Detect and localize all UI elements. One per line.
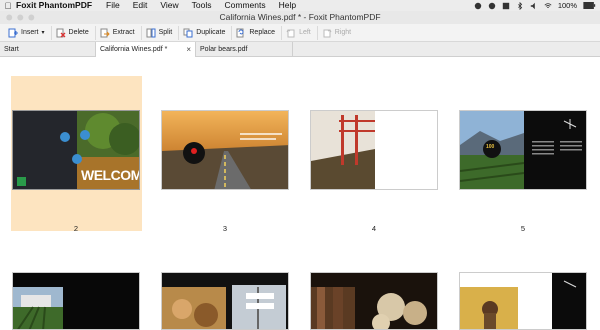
page-thumbnail-7[interactable] (161, 272, 289, 330)
page-6-image (13, 273, 139, 329)
menu-app[interactable]: Foxit PhantomPDF (16, 0, 92, 11)
duplicate-icon (183, 28, 193, 37)
page-thumbnail-2[interactable]: WELCOME (12, 110, 140, 190)
page-toolbar: Insert ▾ Delete Extract Split Duplicate … (0, 24, 600, 42)
traffic-lights-icon[interactable] (5, 13, 39, 22)
page-4-image (311, 111, 437, 189)
page-thumbnail-view: WELCOME 2 3 4 (0, 58, 600, 330)
page-thumbnail-6[interactable] (12, 272, 140, 330)
cloud-icon[interactable] (474, 2, 482, 10)
replace-icon (236, 28, 244, 37)
split-label: Split (158, 29, 173, 36)
apple-icon[interactable]:  (0, 1, 16, 11)
page-thumbnail-8[interactable] (310, 272, 438, 330)
page-number-5: 5 (520, 224, 526, 233)
document-tabs: Start California Wines.pdf * × Polar bea… (0, 42, 600, 57)
page-number-2: 2 (73, 224, 79, 233)
menu-file[interactable]: File (106, 0, 120, 11)
page-thumbnail-5[interactable]: 100 (459, 110, 587, 190)
page-9-image (460, 273, 586, 329)
welcome-text: WELCOME (81, 167, 139, 183)
page-8-image (311, 273, 437, 329)
duplicate-button[interactable]: Duplicate (181, 25, 233, 40)
insert-icon (8, 28, 18, 37)
menu-bar:  Foxit PhantomPDF File Edit View Tools … (0, 0, 600, 11)
menu-tools[interactable]: Tools (192, 0, 212, 11)
page-thumbnail-4[interactable] (310, 110, 438, 190)
tab-start[interactable]: Start (0, 42, 96, 57)
replace-label: Replace (249, 29, 276, 36)
menu-view[interactable]: View (160, 0, 178, 11)
page-3-image (162, 111, 288, 189)
badge-text: 100 (486, 144, 495, 150)
chevron-down-icon: ▾ (41, 30, 45, 36)
volume-icon[interactable] (530, 2, 538, 10)
wifi-icon[interactable] (544, 2, 552, 10)
battery-label: 100% (557, 1, 577, 10)
rotate-right-button[interactable]: Right (320, 26, 357, 40)
window-title: California Wines.pdf * - Foxit PhantomPD… (219, 12, 381, 22)
rotate-right-icon (323, 28, 332, 37)
window-titlebar: California Wines.pdf * - Foxit PhantomPD… (0, 11, 600, 24)
skype-icon[interactable] (488, 2, 496, 10)
replace-button[interactable]: Replace (234, 25, 283, 40)
rotate-left-label: Left (299, 29, 311, 36)
menu-edit[interactable]: Edit (133, 0, 148, 11)
tab-california-wines-label: California Wines.pdf * (100, 46, 168, 53)
page-number-4: 4 (371, 224, 377, 233)
tab-polar-bears[interactable]: Polar bears.pdf (196, 42, 293, 57)
page-5-image (460, 111, 586, 189)
extract-label: Extract (112, 29, 135, 36)
battery-icon[interactable] (583, 2, 596, 9)
rotate-left-icon (286, 28, 295, 37)
close-icon[interactable]: × (186, 42, 191, 57)
rotate-left-button[interactable]: Left (284, 25, 318, 40)
page-7-image (162, 273, 288, 329)
status-area: 100% (474, 0, 596, 11)
dropbox-icon[interactable] (502, 2, 510, 10)
tab-california-wines[interactable]: California Wines.pdf * × (96, 42, 196, 57)
page-thumbnail-9[interactable] (459, 272, 587, 330)
delete-label: Delete (68, 29, 89, 36)
menu-help[interactable]: Help (279, 0, 296, 11)
bluetooth-icon[interactable] (516, 1, 524, 10)
duplicate-label: Duplicate (196, 29, 226, 36)
tab-polar-bears-label: Polar bears.pdf (200, 46, 248, 53)
rotate-right-label: Right (334, 29, 352, 36)
delete-button[interactable]: Delete (54, 25, 96, 40)
page-number-3: 3 (222, 224, 228, 233)
extract-button[interactable]: Extract (98, 25, 142, 40)
extract-icon (100, 28, 110, 37)
insert-button[interactable]: Insert ▾ (6, 25, 52, 40)
insert-label: Insert (21, 29, 39, 36)
split-button[interactable]: Split (144, 25, 180, 40)
split-icon (146, 28, 156, 37)
page-thumbnail-3[interactable] (161, 110, 289, 190)
tab-start-label: Start (4, 46, 19, 53)
delete-icon (56, 28, 65, 37)
menu-comments[interactable]: Comments (225, 0, 266, 11)
